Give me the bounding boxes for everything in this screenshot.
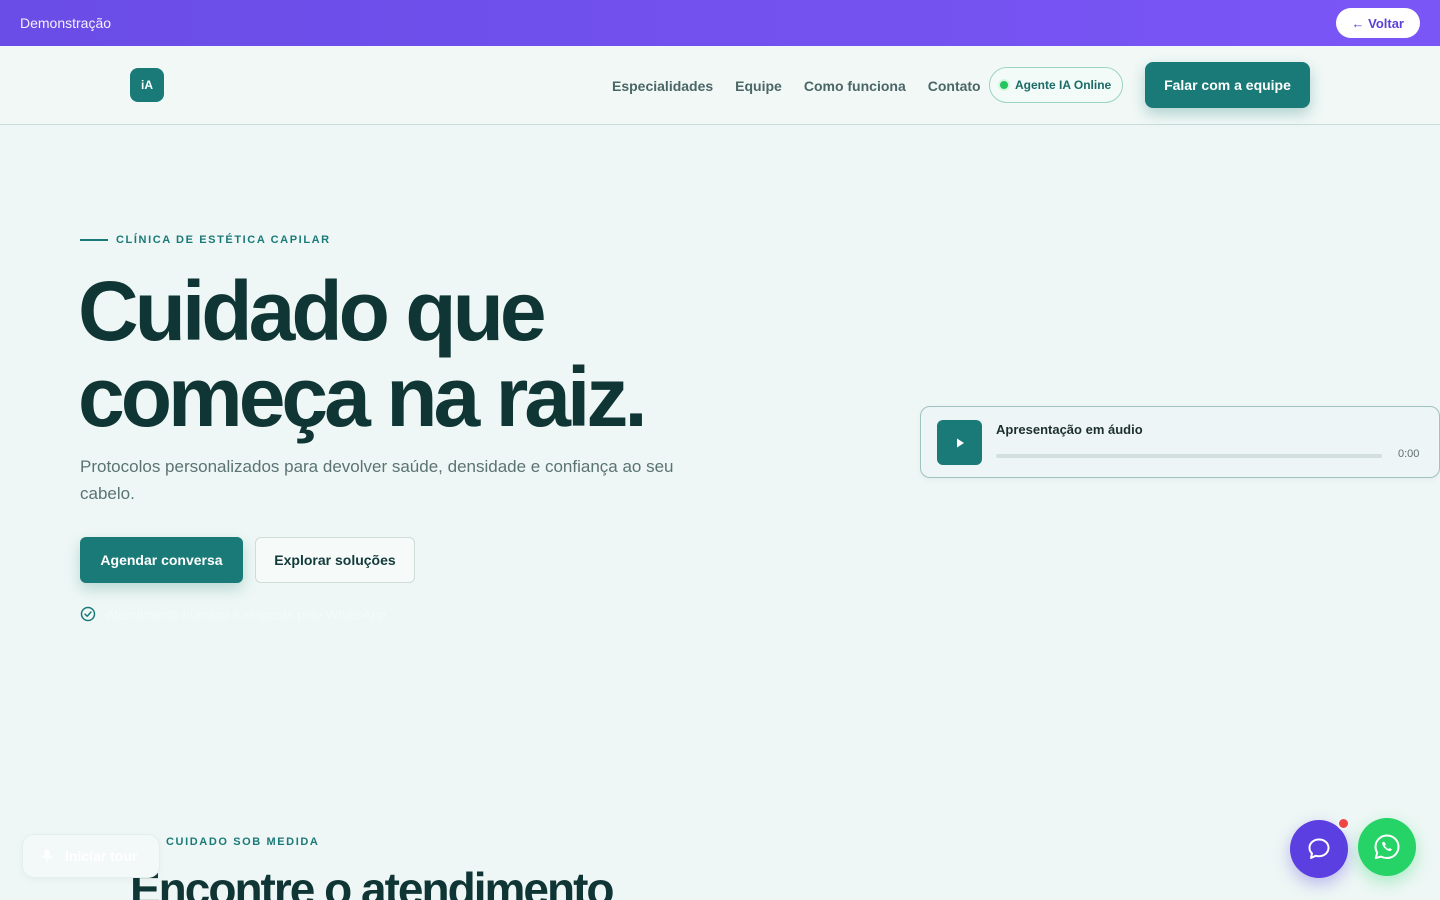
nav-link-equipe[interactable]: Equipe <box>735 78 782 94</box>
whatsapp-button[interactable] <box>1358 818 1416 876</box>
audio-player-card: Apresentação em áudio 0:00 <box>920 406 1440 478</box>
start-tour-button[interactable]: Iniciar tour <box>22 834 160 878</box>
back-button[interactable]: ← Voltar <box>1335 8 1420 38</box>
eyebrow-line <box>80 239 108 241</box>
hero-eyebrow: CLÍNICA DE ESTÉTICA CAPILAR <box>80 234 331 246</box>
audio-time: 0:00 <box>1398 448 1420 460</box>
hero-title-line-1: Cuidado que <box>78 264 547 358</box>
agent-status-badge[interactable]: Agente IA Online <box>989 67 1123 103</box>
talk-to-team-button[interactable]: Falar com a equipe <box>1145 62 1310 108</box>
nav-link-contato[interactable]: Contato <box>928 78 981 94</box>
check-circle-icon <box>80 606 96 622</box>
main-nav: Especialidades Equipe Como funciona Cont… <box>612 46 1003 125</box>
play-button[interactable] <box>937 420 982 465</box>
section-eyebrow: CUIDADO SOB MEDIDA <box>166 836 320 848</box>
chat-bubble-icon <box>1308 838 1330 859</box>
site-header: iA Especialidades Equipe Como funciona C… <box>0 46 1440 125</box>
start-tour-label: Iniciar tour <box>65 848 138 864</box>
logo[interactable]: iA <box>130 68 164 102</box>
play-icon <box>956 438 964 447</box>
explore-solutions-button[interactable]: Explorar soluções <box>255 537 415 583</box>
hero-title: Cuidado que começa na raiz. <box>78 268 778 440</box>
nav-link-especialidades[interactable]: Especialidades <box>612 78 713 94</box>
microphone-icon <box>41 849 53 862</box>
audio-title: Apresentação em áudio <box>996 422 1143 437</box>
hero-eyebrow-text: CLÍNICA DE ESTÉTICA CAPILAR <box>116 234 331 246</box>
audio-progress-bar[interactable] <box>996 454 1382 458</box>
demo-bar: Demonstração ← Voltar <box>0 0 1440 46</box>
online-status-dot <box>1000 81 1008 89</box>
demo-title: Demonstração <box>20 15 112 31</box>
nav-link-como-funciona[interactable]: Como funciona <box>804 78 906 94</box>
agent-status-label: Agente IA Online <box>1015 78 1112 92</box>
notification-badge <box>1337 817 1350 830</box>
hero-note-text: Atendimento humano e resposta pelo Whats… <box>106 606 386 622</box>
schedule-conversation-button[interactable]: Agendar conversa <box>80 537 243 583</box>
whatsapp-icon <box>1374 834 1400 859</box>
section-title: Encontre o atendimento <box>130 863 614 900</box>
hero-title-line-2: começa na raiz. <box>78 350 648 444</box>
hero-note: Atendimento humano e resposta pelo Whats… <box>80 606 386 622</box>
hero-subtitle: Protocolos personalizados para devolver … <box>80 457 674 503</box>
